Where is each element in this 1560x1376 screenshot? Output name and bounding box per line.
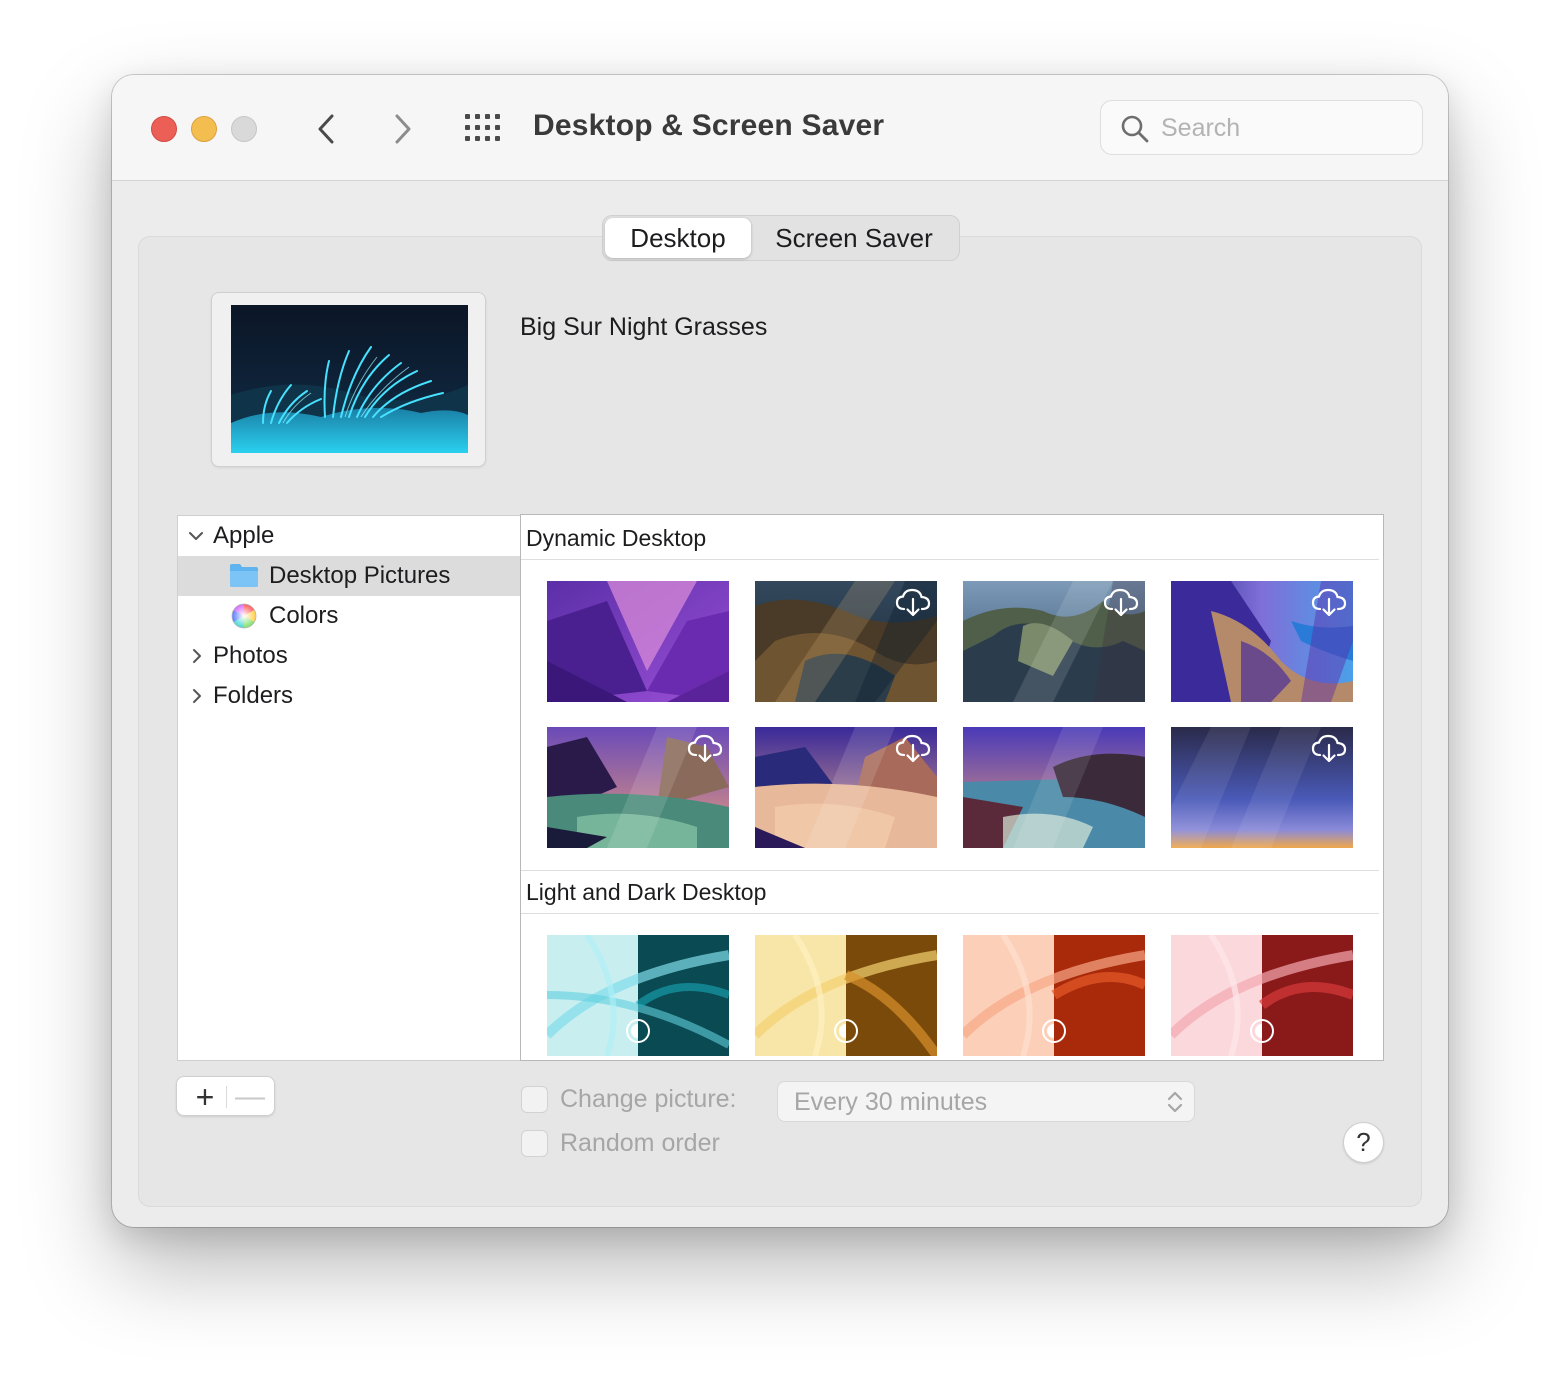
cloud-download-icon[interactable] xyxy=(895,733,931,763)
preview-image xyxy=(231,305,468,453)
chevron-left-icon xyxy=(318,114,334,144)
window-title: Desktop & Screen Saver xyxy=(533,109,885,142)
wallpaper-thumb[interactable] xyxy=(1171,727,1353,848)
search-input[interactable] xyxy=(1161,109,1411,147)
cloud-download-icon[interactable] xyxy=(895,587,931,617)
sidebar-item-label: Folders xyxy=(213,682,294,709)
chevron-right-icon xyxy=(395,114,411,144)
wallpaper-thumb[interactable] xyxy=(963,581,1145,702)
change-picture-checkbox[interactable] xyxy=(521,1086,548,1113)
wallpaper-thumb[interactable] xyxy=(547,935,729,1056)
folder-icon xyxy=(230,564,258,587)
title-bar: Desktop & Screen Saver xyxy=(112,75,1448,181)
add-folder-button[interactable]: + xyxy=(187,1077,223,1117)
light-dark-icon xyxy=(1250,1019,1274,1043)
source-list: Apple Desktop Pictures Colors Photos Fol… xyxy=(177,515,521,1061)
wallpaper-name: Big Sur Night Grasses xyxy=(520,313,768,341)
wallpaper-thumb[interactable] xyxy=(755,935,937,1056)
wallpaper-thumb[interactable] xyxy=(755,727,937,848)
sidebar-item-label: Desktop Pictures xyxy=(269,562,451,589)
current-wallpaper-preview xyxy=(211,292,486,467)
color-wheel-icon xyxy=(231,603,257,629)
wallpaper-thumb[interactable] xyxy=(963,935,1145,1056)
divider xyxy=(226,1086,227,1108)
wallpaper-thumb[interactable] xyxy=(1171,935,1353,1056)
show-all-button[interactable] xyxy=(464,113,502,143)
preferences-window: Desktop & Screen Saver Desktop Screen Sa… xyxy=(112,75,1448,1227)
wallpaper-thumb[interactable] xyxy=(755,581,937,702)
divider xyxy=(521,870,1379,871)
grid-icon xyxy=(465,114,500,141)
sidebar-item-desktop-pictures[interactable]: Desktop Pictures xyxy=(178,556,521,596)
minimize-button[interactable] xyxy=(191,116,217,142)
zoom-button[interactable] xyxy=(231,116,257,142)
sidebar-item-apple[interactable]: Apple xyxy=(178,516,521,556)
cloud-download-icon[interactable] xyxy=(687,733,723,763)
sidebar-item-folders[interactable]: Folders xyxy=(178,676,521,716)
light-dark-icon xyxy=(834,1019,858,1043)
search-field[interactable] xyxy=(1100,100,1423,155)
chevron-right-icon[interactable] xyxy=(189,688,205,704)
cloud-download-icon[interactable] xyxy=(1311,733,1347,763)
chevron-right-icon[interactable] xyxy=(189,648,205,664)
wallpaper-thumb[interactable] xyxy=(547,727,729,848)
sidebar-item-label: Colors xyxy=(269,602,339,629)
sidebar-item-label: Photos xyxy=(213,642,288,669)
divider xyxy=(521,913,1379,914)
cloud-download-icon[interactable] xyxy=(1103,587,1139,617)
change-interval-popup[interactable]: Every 30 minutes xyxy=(777,1081,1195,1122)
wallpaper-thumb[interactable] xyxy=(547,581,729,702)
tab-screen-saver[interactable]: Screen Saver xyxy=(751,218,957,258)
change-picture-label: Change picture: xyxy=(560,1085,737,1113)
back-button[interactable] xyxy=(308,109,348,149)
interval-value: Every 30 minutes xyxy=(794,1088,988,1116)
remove-folder-button[interactable]: — xyxy=(232,1077,268,1117)
close-button[interactable] xyxy=(151,116,177,142)
section-title: Dynamic Desktop xyxy=(526,525,707,551)
forward-button[interactable] xyxy=(383,109,423,149)
up-down-chevron-icon xyxy=(1167,1091,1183,1113)
light-dark-icon xyxy=(626,1019,650,1043)
add-remove-control: + — xyxy=(176,1076,275,1116)
divider xyxy=(521,559,1379,560)
wallpaper-thumb[interactable] xyxy=(963,727,1145,848)
section-title: Light and Dark Desktop xyxy=(526,879,767,905)
chevron-down-icon[interactable] xyxy=(188,528,204,544)
tab-bar: Desktop Screen Saver xyxy=(602,215,960,261)
sidebar-item-label: Apple xyxy=(213,522,275,549)
sidebar-item-photos[interactable]: Photos xyxy=(178,636,521,676)
tab-desktop[interactable]: Desktop xyxy=(605,218,751,258)
search-icon xyxy=(1121,115,1149,143)
random-order-label: Random order xyxy=(560,1129,720,1157)
light-dark-icon xyxy=(1042,1019,1066,1043)
help-button[interactable]: ? xyxy=(1343,1122,1384,1163)
wallpaper-gallery[interactable]: Dynamic Desktop Light and Dark Desktop xyxy=(520,514,1384,1061)
random-order-checkbox[interactable] xyxy=(521,1130,548,1157)
sidebar-item-colors[interactable]: Colors xyxy=(178,596,521,636)
cloud-download-icon[interactable] xyxy=(1311,587,1347,617)
wallpaper-thumb[interactable] xyxy=(1171,581,1353,702)
